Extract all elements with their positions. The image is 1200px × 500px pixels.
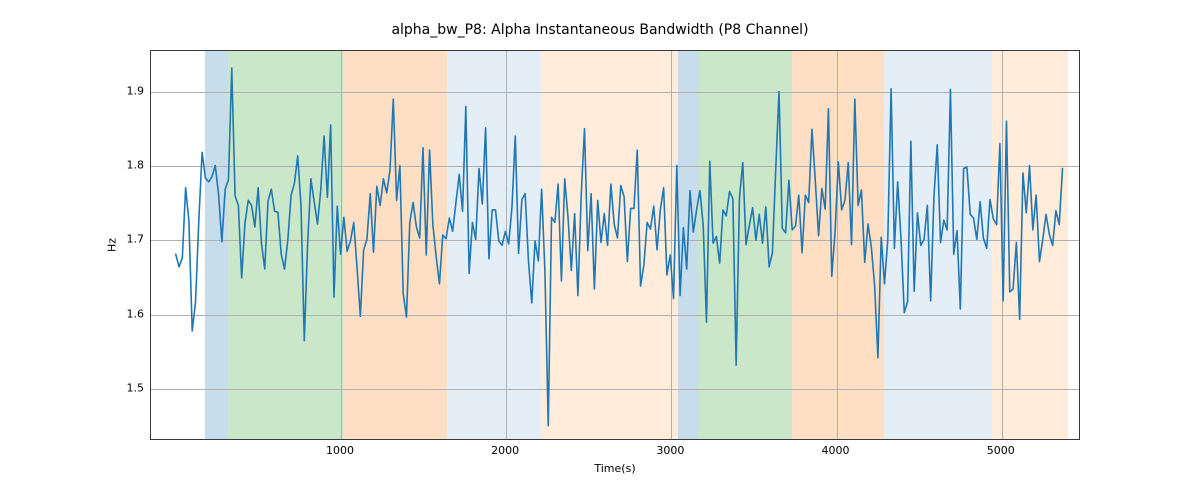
y-tick-label: 1.5 (127, 382, 145, 395)
plot-area (151, 51, 1079, 439)
x-tick-label: 1000 (326, 444, 354, 457)
y-tick-label: 1.7 (127, 233, 145, 246)
x-tick-label: 4000 (822, 444, 850, 457)
x-tick-label: 3000 (656, 444, 684, 457)
x-tick-label: 2000 (491, 444, 519, 457)
y-tick-label: 1.8 (127, 159, 145, 172)
figure: alpha_bw_P8: Alpha Instantaneous Bandwid… (0, 0, 1200, 500)
x-tick-label: 5000 (987, 444, 1015, 457)
y-axis-label: Hz (106, 238, 119, 252)
data-line (176, 68, 1063, 426)
chart-title: alpha_bw_P8: Alpha Instantaneous Bandwid… (0, 22, 1200, 38)
line-plot (151, 51, 1079, 439)
y-tick-label: 1.9 (127, 84, 145, 97)
y-tick-label: 1.6 (127, 307, 145, 320)
axes (150, 50, 1080, 440)
x-axis-label: Time(s) (150, 462, 1080, 475)
